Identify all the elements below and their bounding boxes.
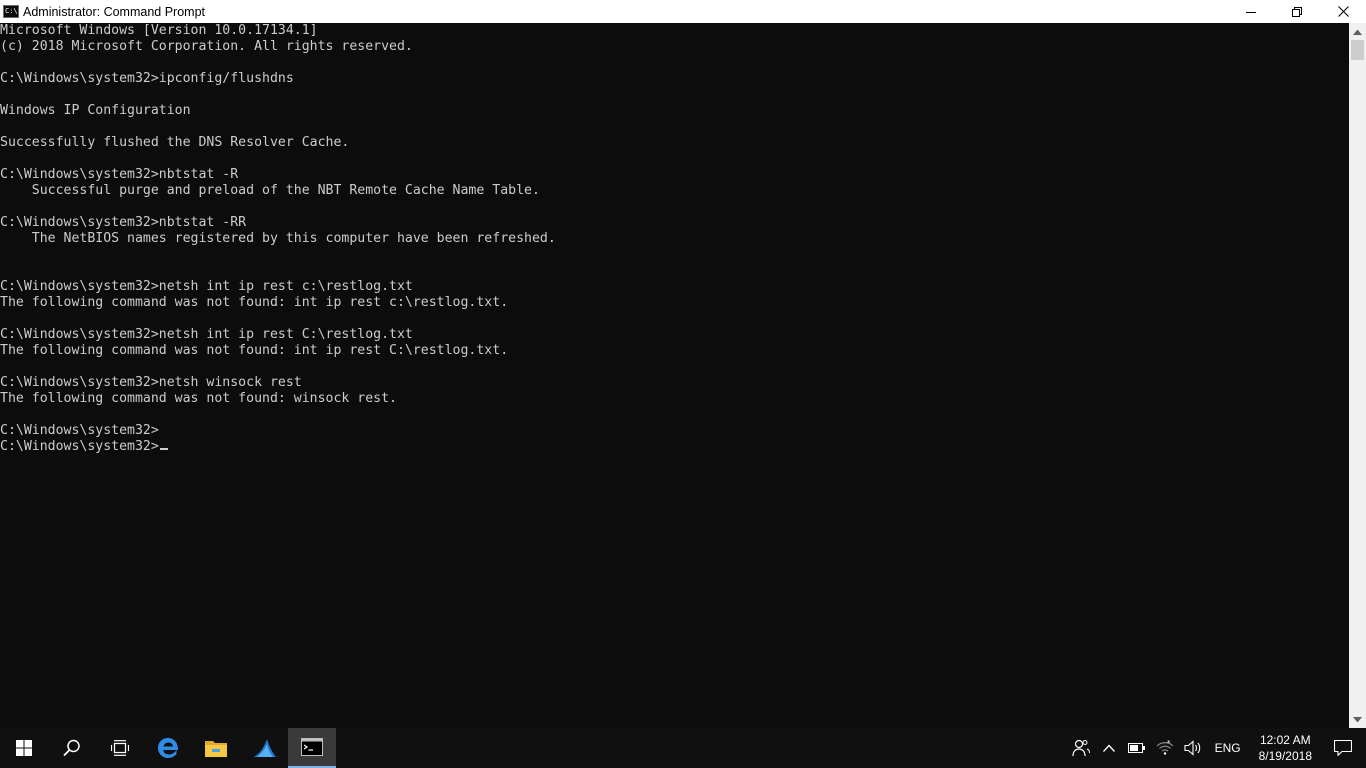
clock-date: 8/19/2018 (1258, 749, 1312, 763)
task-view-button[interactable] (96, 728, 144, 768)
console-line: Windows IP Configuration (0, 103, 191, 118)
console-prompt-line[interactable]: C:\Windows\system32> (0, 439, 1349, 455)
console-line: (c) 2018 Microsoft Corporation. All righ… (0, 39, 413, 54)
console-prompt: C:\Windows\system32> (0, 439, 159, 454)
console-line: The following command was not found: int… (0, 295, 509, 310)
command-prompt-icon (301, 738, 323, 756)
console-line: C:\Windows\system32>netsh winsock rest (0, 375, 302, 390)
console-line: C:\Windows\system32>netsh int ip rest C:… (0, 327, 413, 342)
console-line: C:\Windows\system32>netsh int ip rest c:… (0, 279, 413, 294)
console-line: C:\Windows\system32>nbtstat -RR (0, 215, 247, 230)
console-line: The following command was not found: win… (0, 391, 397, 406)
text-cursor (159, 448, 168, 450)
battery-icon (1127, 743, 1145, 753)
file-explorer-button[interactable] (192, 728, 240, 768)
file-explorer-icon (205, 741, 227, 757)
edge-icon (158, 738, 179, 758)
console-line: C:\Windows\system32>ipconfig/flushdns (0, 71, 294, 86)
people-button[interactable] (1067, 728, 1095, 768)
command-prompt-icon: C:\ (3, 5, 19, 18)
minimize-icon (1246, 11, 1256, 13)
scroll-up-button[interactable] (1349, 23, 1366, 40)
minimize-button[interactable] (1228, 0, 1274, 23)
window-controls (1228, 0, 1366, 23)
restore-icon (1292, 6, 1302, 17)
network-button[interactable]: * (1151, 728, 1179, 768)
svg-text:*: * (1167, 740, 1171, 747)
close-icon (1337, 6, 1349, 17)
taskbar: * ENG 12:02 AM 8/19/2018 (0, 728, 1366, 768)
title-bar[interactable]: C:\ Administrator: Command Prompt (0, 0, 1366, 23)
show-hidden-icons-button[interactable] (1095, 728, 1123, 768)
console-line: Successful purge and preload of the NBT … (0, 183, 540, 198)
volume-button[interactable] (1179, 728, 1207, 768)
language-indicator[interactable]: ENG (1207, 728, 1249, 768)
wifi-icon: * (1156, 740, 1174, 755)
edge-button[interactable] (144, 728, 192, 768)
window-title: Administrator: Command Prompt (23, 4, 206, 19)
wireshark-button[interactable] (240, 728, 288, 768)
close-button[interactable] (1320, 0, 1366, 23)
search-icon (63, 739, 80, 757)
wireshark-icon (253, 739, 276, 757)
console-line: The NetBIOS names registered by this com… (0, 231, 556, 246)
chevron-up-icon (1353, 29, 1362, 35)
volume-icon (1184, 740, 1200, 756)
start-button[interactable] (0, 728, 48, 768)
vertical-scrollbar[interactable] (1349, 23, 1366, 728)
console-line: C:\Windows\system32>nbtstat -R (0, 167, 239, 182)
console-line: The following command was not found: int… (0, 343, 509, 358)
restore-button[interactable] (1274, 0, 1320, 23)
task-view-icon (111, 740, 129, 756)
start-icon (16, 740, 32, 756)
scroll-down-button[interactable] (1349, 711, 1366, 728)
action-center-button[interactable] (1322, 728, 1366, 768)
console-line: Successfully flushed the DNS Resolver Ca… (0, 135, 350, 150)
clock-time: 12:02 AM (1259, 733, 1311, 747)
command-prompt-taskbar-button[interactable] (288, 728, 336, 768)
language-label: ENG (1214, 741, 1241, 755)
people-icon (1071, 739, 1090, 757)
notification-icon (1334, 740, 1352, 756)
console-line: Microsoft Windows [Version 10.0.17134.1] (0, 23, 318, 38)
chevron-up-icon (1102, 744, 1115, 752)
battery-button[interactable] (1123, 728, 1151, 768)
chevron-down-icon (1353, 716, 1362, 722)
system-tray: * ENG 12:02 AM 8/19/2018 (1067, 728, 1366, 768)
search-button[interactable] (48, 728, 96, 768)
console-output[interactable]: Microsoft Windows [Version 10.0.17134.1]… (0, 23, 1349, 728)
console-line: C:\Windows\system32> (0, 423, 159, 438)
clock[interactable]: 12:02 AM 8/19/2018 (1249, 728, 1322, 768)
scrollbar-thumb[interactable] (1351, 40, 1364, 60)
